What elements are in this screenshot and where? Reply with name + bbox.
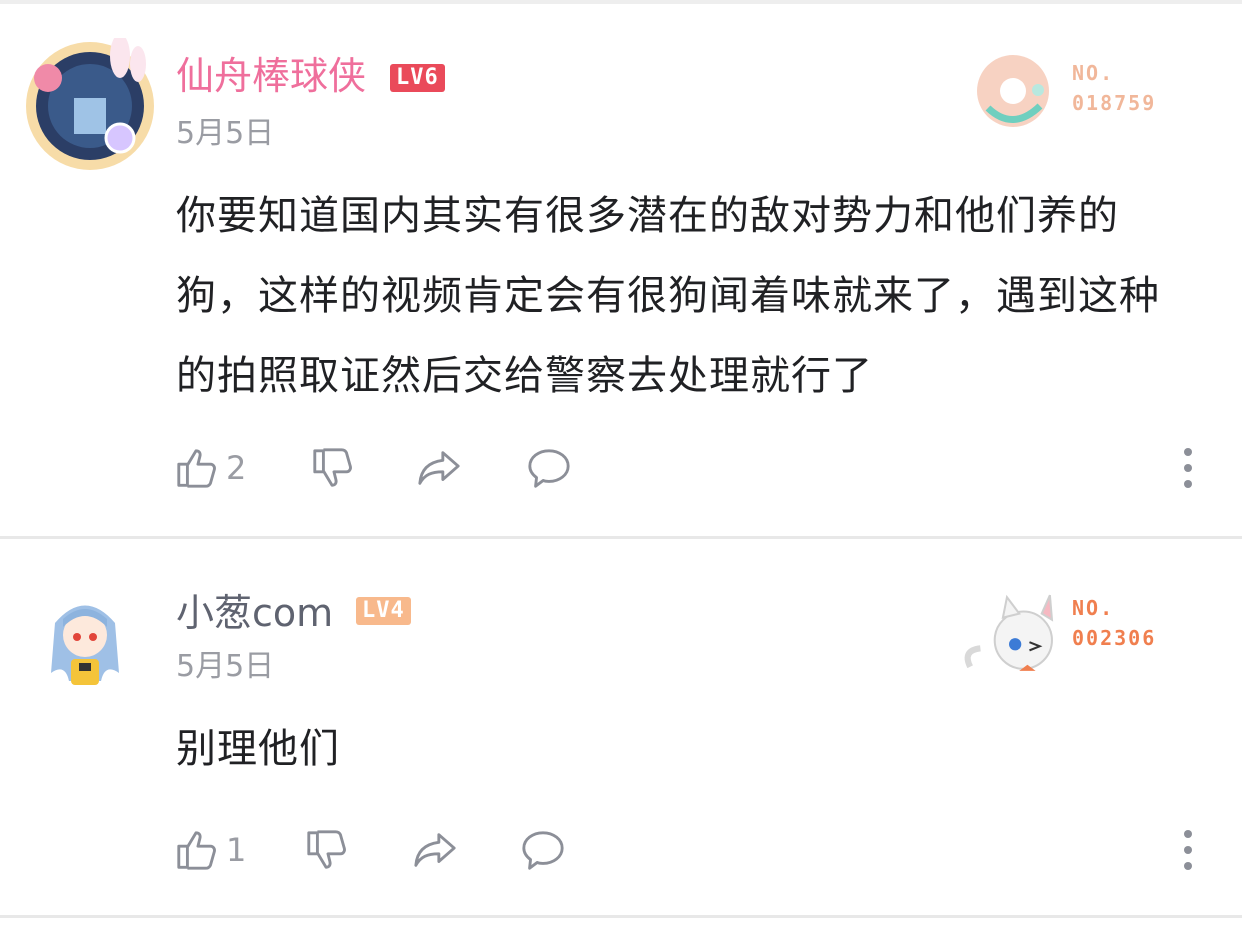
comment-actions: 2 xyxy=(0,436,1242,496)
divider xyxy=(0,915,1242,918)
fan-number-badge: NO. 002306 xyxy=(948,587,1188,679)
badge-number: 002306 xyxy=(1072,626,1157,650)
fan-number-badge: NO. 018759 xyxy=(968,46,1188,136)
level-badge: LV6 xyxy=(390,64,445,92)
badge-no-label: NO. xyxy=(1072,596,1115,620)
comment-text: 别理他们 xyxy=(176,726,340,772)
thumbs-up-icon xyxy=(177,831,216,870)
reply-button[interactable] xyxy=(526,444,572,492)
more-button[interactable] xyxy=(1176,446,1200,490)
comment-date: 5月5日 xyxy=(176,116,275,151)
username[interactable]: 小葱com xyxy=(176,591,333,635)
avatar[interactable] xyxy=(22,38,158,174)
share-button[interactable] xyxy=(412,826,458,874)
reply-button[interactable] xyxy=(520,826,566,874)
comment-date: 5月5日 xyxy=(176,649,275,684)
avatar[interactable] xyxy=(45,593,125,693)
dislike-button[interactable] xyxy=(310,444,356,492)
username[interactable]: 仙舟棒球侠 xyxy=(176,54,366,98)
share-icon xyxy=(414,833,456,867)
thumbs-up-icon xyxy=(177,449,216,488)
comment-text: 你要知道国内其实有很多潜在的敌对势力和他们养的狗，这样的视频肯定会有很狗闻着味就… xyxy=(176,193,1160,399)
comment-item: 小葱com LV4 5月5日 NO. 002306 别理他们 1 xyxy=(0,539,1242,915)
like-button[interactable]: 2 xyxy=(174,444,246,492)
thumbs-down-icon xyxy=(307,830,346,869)
like-button[interactable]: 1 xyxy=(174,826,246,874)
comment-item: 仙舟棒球侠 LV6 5月5日 NO. 018759 你要知道国内其实有很多潜在的… xyxy=(0,4,1242,536)
comment-icon xyxy=(522,831,564,870)
more-icon xyxy=(1184,830,1192,870)
thumbs-down-icon xyxy=(313,448,352,487)
badge-number: 018759 xyxy=(1072,91,1157,115)
more-icon xyxy=(1184,448,1192,488)
comment-icon xyxy=(528,449,570,488)
more-button[interactable] xyxy=(1176,828,1200,872)
dislike-button[interactable] xyxy=(304,826,350,874)
donut-badge-icon xyxy=(977,55,1049,127)
level-badge: LV4 xyxy=(356,597,411,625)
badge-no-label: NO. xyxy=(1072,61,1115,85)
like-count: 2 xyxy=(226,449,247,487)
cat-mascot-icon xyxy=(964,594,1054,671)
like-count: 1 xyxy=(226,831,247,869)
share-icon xyxy=(418,451,460,485)
share-button[interactable] xyxy=(416,444,462,492)
comment-actions: 1 xyxy=(0,818,1242,878)
